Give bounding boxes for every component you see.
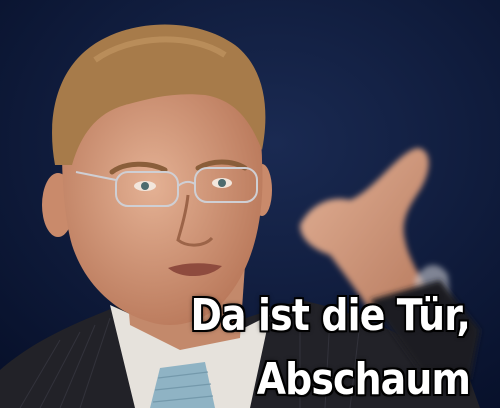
caption-line-2: Abschaum [256, 354, 471, 405]
meme-photo: Da ist die Tür, Abschaum [0, 0, 500, 408]
caption-line-1: Da ist die Tür, [190, 290, 471, 341]
portrait-illustration [0, 0, 500, 408]
